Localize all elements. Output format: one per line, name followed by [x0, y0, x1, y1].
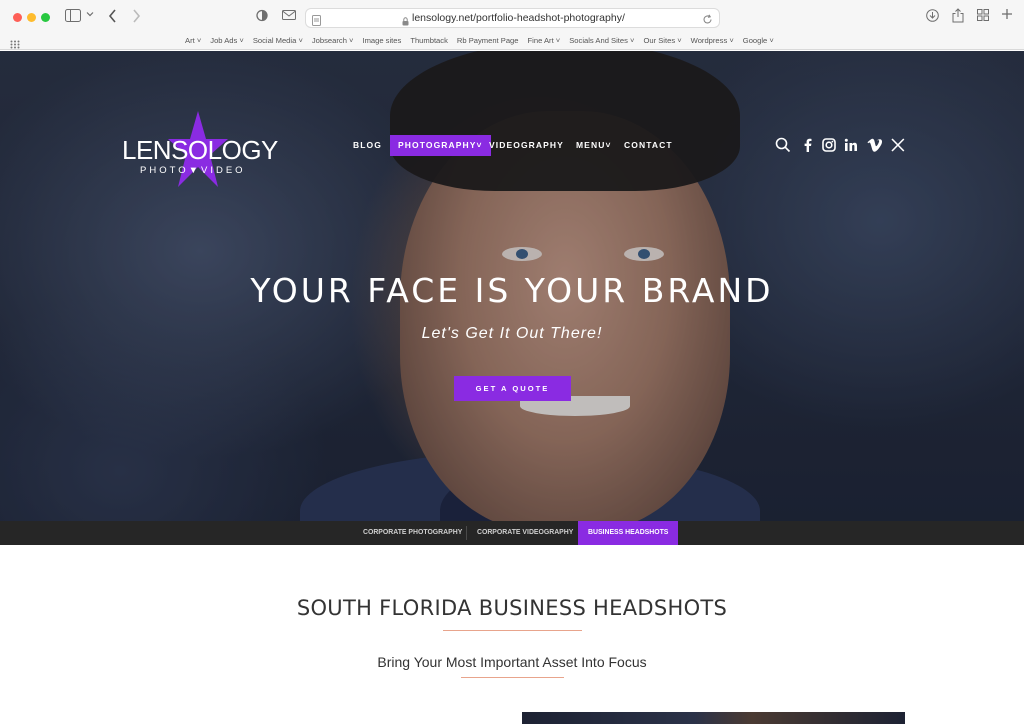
chevron-down-icon: ˅ [727, 36, 734, 45]
tab-overview-icon[interactable] [977, 9, 989, 21]
lock-icon [402, 13, 409, 31]
chevron-down-icon: ˅ [476, 140, 483, 150]
bookmark-item[interactable]: Wordpress ˅ [691, 35, 734, 47]
mail-icon[interactable] [282, 9, 296, 21]
hero-subtitle: Let's Get It Out There! [421, 325, 603, 342]
address-bar[interactable]: lensology.net/portfolio-headshot-photogr… [305, 8, 720, 28]
nav-photography-label: PHOTOGRAPHY [398, 140, 477, 150]
bookmark-label: Art [185, 36, 195, 45]
facebook-icon[interactable] [800, 137, 816, 153]
nav-videography[interactable]: VIDEOGRAPHY [489, 135, 564, 156]
logo-wordmark: LENSOLOGY [122, 135, 278, 165]
chevron-down-icon: ˅ [675, 36, 682, 45]
vimeo-icon[interactable] [866, 137, 882, 153]
zoom-window-button[interactable] [41, 13, 50, 22]
subnav-corporate-photography[interactable]: CORPORATE PHOTOGRAPHY [353, 521, 472, 545]
bookmarks-bar: Art ˅ Job Ads ˅ Social Media ˅ Jobsearch ˅ I… [0, 33, 1024, 50]
minimize-window-button[interactable] [27, 13, 36, 22]
bookmark-label: Socials And Sites [569, 36, 628, 45]
new-tab-icon[interactable] [1001, 8, 1013, 20]
privacy-shield-icon[interactable] [256, 9, 268, 22]
bookmark-item[interactable]: Socials And Sites ˅ [569, 35, 634, 47]
sidebar-toggle-icon[interactable] [65, 9, 81, 22]
close-window-button[interactable] [13, 13, 22, 22]
hero-title: YOUR FACE IS YOUR BRAND [250, 271, 774, 310]
nav-menu-label: MENU [576, 140, 606, 150]
instagram-icon[interactable] [821, 137, 837, 153]
share-icon[interactable] [952, 8, 964, 23]
url-text: lensology.net/portfolio-headshot-photogr… [412, 12, 625, 24]
section-title: SOUTH FLORIDA BUSINESS HEADSHOTS [296, 596, 728, 620]
chevron-down-icon: ˅ [605, 140, 612, 150]
search-icon[interactable] [775, 137, 791, 153]
bookmark-item[interactable]: Google ˅ [743, 35, 774, 47]
back-icon[interactable] [108, 9, 117, 23]
bookmark-item[interactable]: Job Ads ˅ [210, 35, 244, 47]
site-logo[interactable]: LENSOLOGY PHOTO▼VIDEO [120, 111, 280, 187]
subnav-corporate-videography[interactable]: CORPORATE VIDEOGRAPHY [467, 521, 583, 545]
downloads-icon[interactable] [926, 9, 939, 22]
bookmark-label: Wordpress [690, 36, 728, 45]
chevron-down-icon: ˅ [346, 36, 354, 45]
bookmark-item[interactable]: Fine Art ˅ [528, 35, 561, 47]
subnav-business-headshots[interactable]: BUSINESS HEADSHOTS [578, 521, 679, 545]
nav-menu[interactable]: MENU˅ [576, 135, 612, 156]
forward-icon[interactable] [132, 9, 141, 23]
bookmark-label: Social Media [252, 36, 297, 45]
x-icon[interactable] [890, 137, 906, 153]
bookmark-label: Our Sites [643, 36, 676, 45]
nav-blog[interactable]: BLOG [353, 135, 382, 156]
bookmark-item[interactable]: Image sites [362, 35, 401, 47]
bookmark-label: Google [742, 36, 768, 45]
bookmark-label: Job Ads [210, 36, 238, 45]
bookmark-item[interactable]: Our Sites ˅ [643, 35, 681, 47]
nav-contact[interactable]: CONTACT [624, 135, 673, 156]
linkedin-icon[interactable] [843, 137, 859, 153]
logo-subtitle: PHOTO▼VIDEO [140, 165, 246, 176]
chevron-down-icon: ˅ [627, 36, 635, 45]
bookmark-label: Thumbtack [410, 36, 448, 45]
reload-icon[interactable] [702, 12, 713, 30]
bookmark-item[interactable]: Art ˅ [185, 35, 201, 47]
browser-toolbar: lensology.net/portfolio-headshot-photogr… [0, 0, 1024, 33]
chevron-down-icon: ˅ [194, 36, 202, 45]
hero-section: LENSOLOGY PHOTO▼VIDEO BLOG PHOTOGRAPHY˅ … [0, 51, 1024, 521]
bookmark-list: Art ˅ Job Ads ˅ Social Media ˅ Jobsearch ˅ I… [185, 35, 774, 47]
bookmark-item[interactable]: Social Media ˅ [253, 35, 303, 47]
browser-window: lensology.net/portfolio-headshot-photogr… [0, 0, 1024, 724]
get-a-quote-button[interactable]: GET A QUOTE [454, 376, 571, 401]
nav-photography[interactable]: PHOTOGRAPHY˅ [390, 135, 491, 156]
chevron-down-icon: ˅ [296, 36, 303, 45]
chevron-down-icon: ˅ [767, 36, 774, 45]
bookmark-item[interactable]: Jobsearch ˅ [312, 35, 354, 47]
chevron-down-icon[interactable] [86, 10, 94, 18]
title-underline [443, 630, 582, 631]
bookmark-label: Rb Payment Page [456, 36, 519, 45]
bookmark-item[interactable]: Thumbtack [410, 35, 448, 47]
bookmark-label: Image sites [362, 36, 402, 45]
bookmark-label: Fine Art [527, 36, 554, 45]
subtitle-underline [461, 677, 564, 678]
section-subtitle: Bring Your Most Important Asset Into Foc… [377, 654, 647, 670]
portfolio-subnav: CORPORATE PHOTOGRAPHY CORPORATE VIDEOGRA… [0, 521, 1024, 545]
bookmark-label: Jobsearch [311, 36, 347, 45]
headshot-image [522, 712, 905, 724]
bookmark-item[interactable]: Rb Payment Page [457, 35, 519, 47]
page-icon [312, 13, 321, 31]
chevron-down-icon: ˅ [237, 36, 244, 45]
chevron-down-icon: ˅ [553, 36, 561, 45]
